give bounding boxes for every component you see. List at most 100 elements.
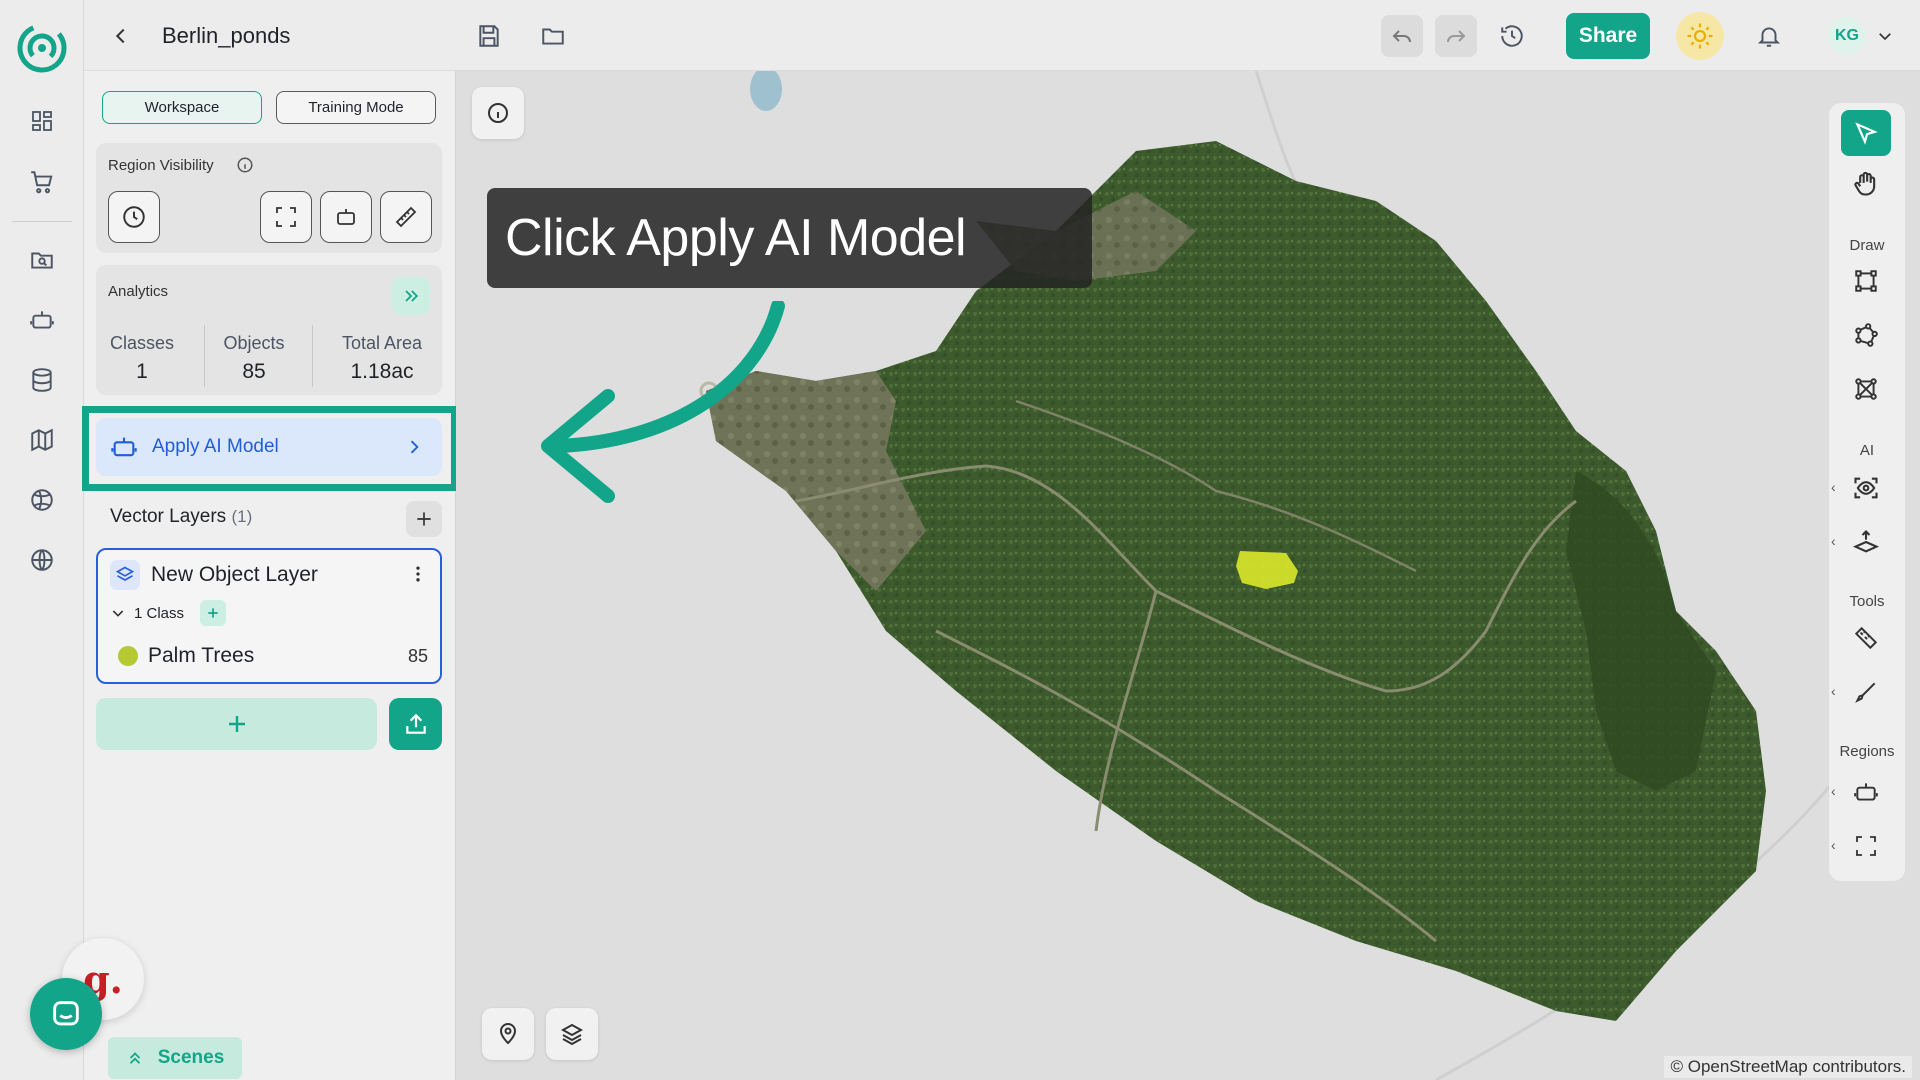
measure-tool-button[interactable] — [1841, 615, 1891, 661]
upload-icon — [405, 713, 426, 734]
rectangle-draw-icon — [1855, 270, 1877, 292]
analytics-card: Analytics Classes 1 Objects 85 Total Are… — [96, 265, 442, 395]
layer-name: New Object Layer — [151, 563, 318, 586]
bell-icon[interactable] — [1748, 15, 1790, 57]
stat-divider — [312, 325, 313, 387]
frame-region-button[interactable] — [1841, 823, 1891, 869]
user-menu[interactable]: KG — [1822, 15, 1902, 57]
region-frame-visibility-button[interactable] — [260, 191, 312, 243]
plus-icon — [228, 716, 245, 732]
apply-ai-model-button[interactable]: Apply AI Model — [96, 418, 442, 476]
point-draw-button[interactable] — [1841, 366, 1891, 412]
layers-button[interactable] — [546, 1008, 598, 1060]
region-visibility-title: Region Visibility — [108, 157, 214, 174]
layers-icon — [560, 1023, 584, 1046]
vector-layer-card[interactable]: New Object Layer 1 Class Palm Trees 85 — [96, 548, 442, 684]
vector-layers-count: (1) — [231, 507, 253, 526]
stat-objects: Objects 85 — [223, 333, 285, 383]
ai-region-visibility-button[interactable] — [320, 191, 372, 243]
select-tool-button[interactable] — [1841, 110, 1891, 156]
robot-icon — [1854, 783, 1878, 801]
frame-icon — [1856, 836, 1876, 856]
timeline-visibility-button[interactable] — [108, 191, 160, 243]
globe-grid-icon[interactable] — [22, 480, 62, 520]
hand-icon — [1854, 171, 1876, 196]
rectangle-draw-button[interactable] — [1841, 258, 1891, 304]
add-layer-button[interactable] — [96, 698, 377, 750]
redo-icon[interactable] — [1435, 15, 1477, 57]
folder-search-icon[interactable] — [22, 240, 62, 280]
regions-section-label: Regions — [1839, 743, 1895, 760]
polygon-draw-button[interactable] — [1841, 312, 1891, 358]
upload-button[interactable] — [389, 698, 442, 750]
robot-icon — [110, 433, 138, 461]
info-icon[interactable] — [236, 156, 254, 174]
stat-total-area: Total Area 1.18ac — [341, 333, 423, 383]
add-class-button[interactable] — [200, 600, 227, 626]
ai-segment-button[interactable] — [1841, 519, 1891, 565]
info-icon — [488, 103, 508, 123]
robot-icon[interactable] — [22, 300, 62, 340]
database-icon[interactable] — [22, 360, 62, 400]
location-button[interactable] — [482, 1008, 534, 1060]
layers-icon — [110, 560, 140, 590]
tab-training-mode[interactable]: Training Mode — [276, 91, 436, 124]
cursor-icon — [1855, 122, 1878, 145]
chevron-left-icon[interactable]: ‹ — [1831, 479, 1836, 495]
chevron-right-icon — [404, 437, 424, 457]
analytics-expand-button[interactable] — [392, 277, 430, 315]
frame-icon — [276, 207, 296, 227]
globe-icon[interactable] — [22, 540, 62, 580]
chat-icon[interactable] — [30, 978, 102, 1050]
pan-tool-button[interactable] — [1841, 161, 1891, 207]
measure-visibility-button[interactable] — [380, 191, 432, 243]
kebab-menu-icon[interactable] — [408, 564, 428, 584]
ai-region-button[interactable] — [1841, 769, 1891, 815]
right-toolbar: Draw AI ‹ ‹ Tools ‹ Regions ‹ ‹ — [1829, 103, 1905, 881]
history-icon[interactable] — [1491, 15, 1533, 57]
chevron-left-icon[interactable]: ‹ — [1831, 533, 1836, 549]
chevron-down-icon — [1876, 27, 1894, 45]
class-object-count: 85 — [407, 645, 428, 666]
ruler-icon — [395, 206, 417, 228]
vector-layers-heading: Vector Layers (1) — [110, 506, 253, 527]
chevron-down-icon — [110, 605, 126, 621]
theme-toggle-sun-icon[interactable] — [1676, 12, 1724, 60]
share-button[interactable]: Share — [1566, 13, 1650, 59]
class-group-toggle[interactable]: 1 Class — [110, 600, 227, 626]
scenes-button[interactable]: Scenes — [108, 1037, 242, 1079]
rail-divider — [12, 221, 72, 222]
avatar: KG — [1828, 17, 1866, 55]
brush-tool-button[interactable] — [1841, 669, 1891, 715]
dashboard-icon[interactable] — [22, 101, 62, 141]
cart-icon[interactable] — [22, 162, 62, 202]
save-icon[interactable] — [468, 15, 510, 57]
back-chevron-icon[interactable] — [100, 15, 142, 57]
tab-workspace[interactable]: Workspace — [102, 91, 262, 124]
region-visibility-card: Region Visibility — [96, 143, 442, 253]
folder-icon[interactable] — [532, 15, 574, 57]
map-icon[interactable] — [22, 420, 62, 460]
ai-section-label: AI — [1859, 442, 1875, 459]
class-name: Palm Trees — [148, 644, 255, 667]
polygon-draw-icon — [1855, 323, 1878, 347]
app-logo-icon[interactable] — [16, 22, 68, 74]
clock-icon — [123, 206, 145, 228]
class-item[interactable]: Palm Trees 85 — [118, 644, 428, 668]
double-chevron-right-icon — [405, 290, 419, 302]
tutorial-arrow-icon — [541, 301, 785, 503]
magic-layer-icon — [1852, 530, 1880, 553]
double-chevron-up-icon — [129, 1052, 140, 1064]
brush-icon — [1855, 682, 1876, 703]
chevron-left-icon[interactable]: ‹ — [1831, 837, 1836, 853]
ai-detect-button[interactable] — [1841, 465, 1891, 511]
map-pin-icon — [499, 1023, 517, 1045]
chevron-left-icon[interactable]: ‹ — [1831, 683, 1836, 699]
add-vector-layer-button[interactable] — [406, 501, 442, 537]
analytics-title: Analytics — [108, 283, 169, 300]
map-attribution: © OpenStreetMap contributors. — [1664, 1056, 1912, 1078]
info-button[interactable] — [472, 87, 524, 139]
chevron-left-icon[interactable]: ‹ — [1831, 783, 1836, 799]
left-rail — [0, 0, 84, 1080]
undo-icon[interactable] — [1381, 15, 1423, 57]
